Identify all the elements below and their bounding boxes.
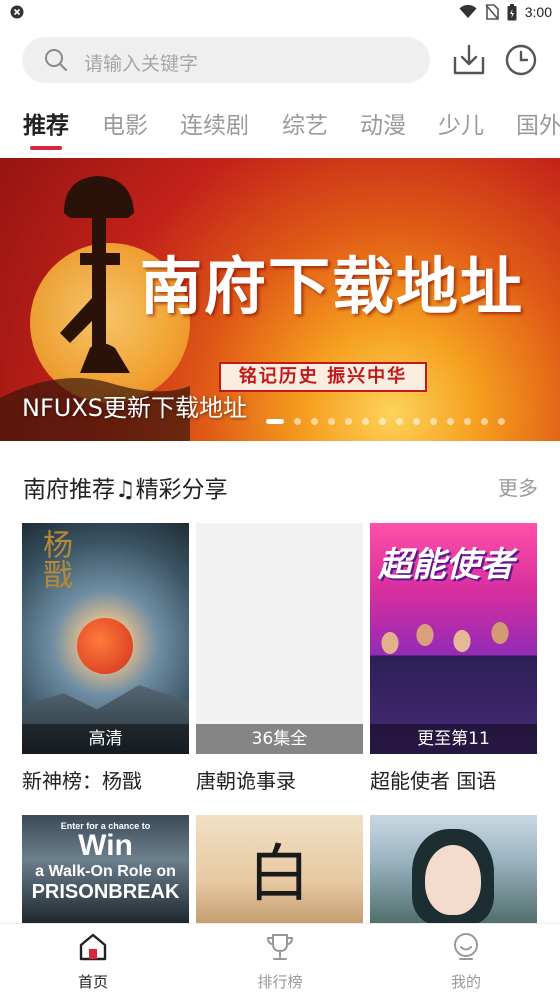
carousel-dot: [345, 417, 352, 425]
poster-text-line: a Walk-On Role on: [35, 863, 176, 880]
poster-title-text: 杨戬: [37, 529, 72, 589]
episode-badge: 36集全: [196, 724, 363, 754]
carousel-dot: [396, 417, 403, 425]
download-icon[interactable]: [452, 43, 486, 77]
bottom-navigation: 首页 排行榜 我的: [0, 923, 560, 997]
nav-label: 我的: [450, 973, 481, 991]
profile-icon: [454, 933, 478, 960]
tab-variety[interactable]: 综艺: [282, 106, 328, 140]
banner-title: 南府下载地址: [140, 250, 525, 323]
carousel-dot-active: [266, 418, 284, 424]
status-time: 3:00: [524, 4, 552, 20]
banner-caption: NFUXS更新下载地址: [22, 394, 247, 422]
tab-movies[interactable]: 电影: [102, 106, 148, 140]
poster-title-text: 超能使者: [378, 545, 514, 585]
trophy-icon: [266, 934, 294, 960]
carousel-dot: [379, 417, 386, 425]
status-bar: 3:00: [0, 0, 560, 26]
nav-profile[interactable]: 我的: [396, 924, 536, 997]
active-tab-indicator: [30, 146, 62, 150]
category-tabs: 推荐 电影 连续剧 综艺 动漫 少儿 国外: [0, 106, 560, 152]
episode-badge: 更至第11: [370, 724, 537, 754]
tab-kids[interactable]: 少儿: [438, 106, 484, 140]
home-icon: [79, 933, 107, 961]
quality-badge: 高清: [22, 724, 189, 754]
carousel-dot: [362, 417, 369, 425]
tab-anime[interactable]: 动漫: [360, 106, 406, 140]
poster-image: 超能使者 更至第11: [370, 523, 537, 754]
battery-charging-icon: [507, 3, 517, 20]
shield-icon: [10, 5, 24, 19]
tab-series[interactable]: 连续剧: [180, 106, 249, 140]
section-title: 南府推荐♫精彩分享: [23, 477, 228, 503]
no-sim-icon: [485, 4, 499, 20]
carousel-dot: [328, 417, 335, 425]
poster-image: 白蛇: [196, 815, 363, 925]
tab-foreign[interactable]: 国外: [516, 106, 560, 140]
wifi-icon: [459, 5, 477, 18]
carousel-dot: [464, 417, 471, 425]
carousel-dot: [311, 417, 318, 425]
poster-image: [370, 815, 537, 925]
nav-home[interactable]: 首页: [23, 924, 163, 997]
poster-title-text: 白蛇: [248, 837, 311, 910]
carousel-dot: [481, 417, 488, 425]
tab-recommend[interactable]: 推荐: [23, 106, 69, 140]
more-link[interactable]: 更多: [498, 472, 538, 501]
search-input[interactable]: 请输入关键字: [22, 37, 430, 83]
carousel-dot: [294, 417, 301, 425]
banner-carousel[interactable]: 南府下载地址 铭记历史 振兴中华 NFUXS更新下载地址: [0, 158, 560, 441]
card-title: 唐朝诡事录: [196, 769, 296, 793]
nav-label: 排行榜: [257, 973, 303, 991]
header: 请输入关键字: [22, 37, 542, 83]
poster-image: Enter for a chance to Win a Walk-On Role…: [22, 815, 189, 925]
card-title: 超能使者 国语: [370, 769, 497, 793]
banner-slogan: 铭记历史 振兴中华: [219, 362, 427, 392]
carousel-dots: [266, 417, 505, 425]
nav-ranking[interactable]: 排行榜: [210, 924, 350, 997]
poster-image: 杨戬 高清: [22, 523, 189, 754]
carousel-dot: [413, 417, 420, 425]
poster-image: 36集全: [196, 523, 363, 754]
carousel-dot: [430, 417, 437, 425]
poster-text-line: Win: [78, 829, 133, 862]
history-clock-icon[interactable]: [504, 43, 538, 77]
search-placeholder: 请输入关键字: [84, 53, 199, 75]
card-title: 新神榜：杨戬: [22, 769, 142, 793]
carousel-dot: [447, 417, 454, 425]
search-icon: [45, 49, 67, 71]
carousel-dot: [498, 417, 505, 425]
nav-label: 首页: [77, 973, 108, 991]
poster-text-line: PRISONBREAK: [31, 881, 180, 903]
